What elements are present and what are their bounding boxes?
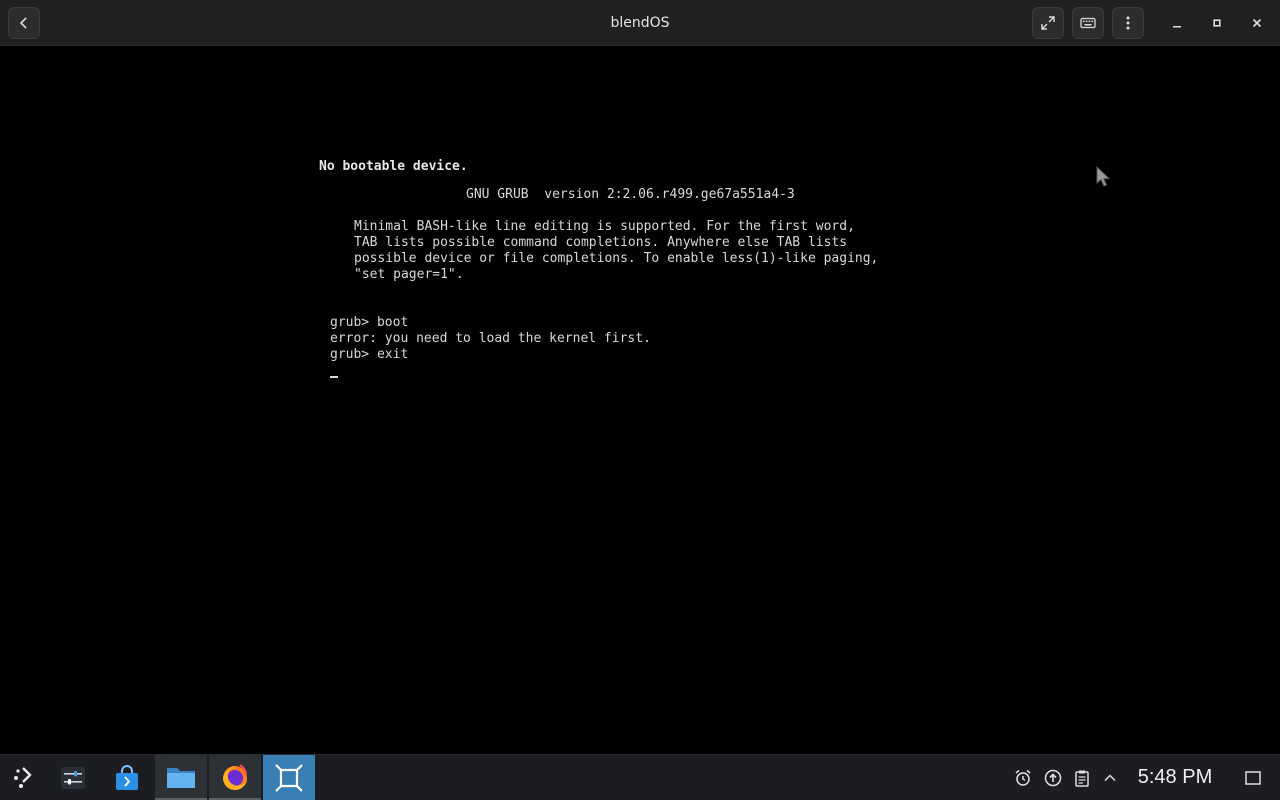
console-line: error: you need to load the kernel first… xyxy=(330,331,651,346)
back-button[interactable] xyxy=(8,7,40,39)
keyboard-icon xyxy=(1080,17,1096,29)
folder-icon xyxy=(167,767,195,788)
clock[interactable]: 5:48 PM xyxy=(1128,755,1222,800)
taskbar-app-settings-mixer[interactable] xyxy=(47,755,99,800)
show-desktop-button[interactable] xyxy=(1242,767,1264,789)
updates-icon xyxy=(1044,769,1062,787)
tray-expand-button[interactable] xyxy=(1099,767,1121,789)
keyboard-button[interactable] xyxy=(1072,7,1104,39)
help-line: TAB lists possible command completions. … xyxy=(354,235,848,250)
vm-display[interactable] xyxy=(0,47,1280,754)
close-icon xyxy=(1252,18,1262,28)
window-titlebar: blendOS xyxy=(0,0,1280,46)
text-cursor xyxy=(330,376,338,378)
taskbar-app-virtual-machine[interactable] xyxy=(263,755,315,800)
minimize-button[interactable] xyxy=(1163,9,1191,37)
expand-tray-icon xyxy=(1104,774,1116,782)
vm-frame-icon xyxy=(275,763,303,792)
menu-button[interactable] xyxy=(1112,7,1144,39)
grub-banner: GNU GRUB version 2:2.06.r499.ge67a551a4-… xyxy=(466,187,795,202)
mouse-pointer-icon xyxy=(1096,165,1112,192)
app-launcher-button[interactable] xyxy=(0,755,46,800)
kebab-menu-icon xyxy=(1126,16,1130,30)
app-launcher-icon xyxy=(14,766,32,788)
taskbar-app-firefox[interactable] xyxy=(209,755,261,800)
tray-clipboard[interactable] xyxy=(1071,767,1093,789)
taskbar: 5:48 PM xyxy=(0,754,1280,800)
minimize-icon xyxy=(1173,26,1181,28)
tray-alarm[interactable] xyxy=(1012,767,1034,789)
tray-updates[interactable] xyxy=(1042,767,1064,789)
taskbar-app-file-manager[interactable] xyxy=(155,755,207,800)
taskbar-app-store[interactable] xyxy=(101,755,153,800)
firefox-icon xyxy=(223,763,247,790)
back-arrow-icon xyxy=(19,17,27,29)
help-line: "set pager=1". xyxy=(354,267,464,282)
show-desktop-icon xyxy=(1245,771,1261,785)
maximize-button[interactable] xyxy=(1203,9,1231,37)
store-bag-icon xyxy=(116,764,138,790)
help-line: possible device or file completions. To … xyxy=(354,251,879,266)
close-button[interactable] xyxy=(1243,9,1271,37)
help-line: Minimal BASH-like line editing is suppor… xyxy=(354,219,855,234)
fullscreen-icon xyxy=(1041,16,1055,30)
alarm-icon xyxy=(1015,769,1031,786)
clipboard-icon xyxy=(1075,770,1089,787)
maximize-icon xyxy=(1213,19,1221,27)
fullscreen-button[interactable] xyxy=(1032,7,1064,39)
sliders-icon xyxy=(61,766,85,789)
console-line: grub> boot xyxy=(330,315,409,330)
console-line: grub> exit xyxy=(330,347,409,362)
boot-error-header: No bootable device. xyxy=(319,159,468,174)
